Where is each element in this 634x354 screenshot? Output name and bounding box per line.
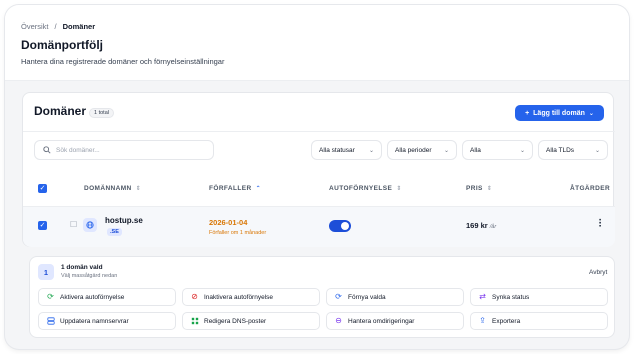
column-auto-renew[interactable]: AUTOFÖRNYELSE ⇕ xyxy=(329,185,402,192)
breadcrumb-overview[interactable]: Översikt xyxy=(21,22,49,31)
price: 169 kr /år xyxy=(466,221,496,230)
plus-icon: + xyxy=(525,109,530,117)
total-badge: 1 total xyxy=(89,108,114,118)
dns-icon xyxy=(190,317,199,326)
domains-card: Domäner 1 total + Lägg till domän ⌄ Alla… xyxy=(22,92,615,247)
auto-renew-toggle[interactable] xyxy=(329,220,351,232)
column-actions-label: ÅTGÄRDER xyxy=(570,185,611,192)
manage-redirects-button[interactable]: ⊖ Hantera omdirigeringar xyxy=(326,312,464,330)
column-expires[interactable]: FÖRFALLER ⌃ xyxy=(209,185,261,192)
tld-badge: .SE xyxy=(107,228,122,236)
chevron-down-icon: ⌄ xyxy=(594,147,600,154)
selected-count-badge: 1 xyxy=(38,264,54,280)
period-filter[interactable]: Alla perioder ⌄ xyxy=(387,140,457,160)
price-period: /år xyxy=(489,224,497,230)
tld-filter[interactable]: Alla TLDs ⌄ xyxy=(538,140,608,160)
sort-ascending-icon: ⌃ xyxy=(255,186,262,192)
selected-title: 1 domän vald xyxy=(61,264,103,271)
chevron-down-icon: ⌄ xyxy=(519,147,525,154)
add-domain-label: Lägg till domän xyxy=(533,109,585,117)
search-field[interactable] xyxy=(34,140,214,160)
refresh-icon: ⟳ xyxy=(47,292,54,301)
select-all-checkbox[interactable]: ✓ xyxy=(38,184,47,193)
divider xyxy=(23,131,615,132)
chevron-down-icon: ⌄ xyxy=(588,110,594,117)
toggle-knob xyxy=(341,222,349,230)
column-actions: ÅTGÄRDER xyxy=(570,185,610,192)
domain-name[interactable]: hostup.se xyxy=(105,216,143,225)
enable-auto-renew-button[interactable]: ⟳ Aktivera autoförnyelse xyxy=(38,288,176,306)
chevron-down-icon: ⌄ xyxy=(443,147,449,154)
column-auto-renew-label: AUTOFÖRNYELSE xyxy=(329,185,393,192)
renewal-filter[interactable]: Alla ⌄ xyxy=(462,140,533,160)
price-amount: 169 kr xyxy=(466,221,488,230)
action-label: Förnya valda xyxy=(348,293,386,301)
table-header: ✓ DOMÄNNAMN ⇕ FÖRFALLER ⌃ AUTOFÖRNYELSE … xyxy=(23,173,615,207)
sort-icon: ⇕ xyxy=(486,186,493,192)
update-nameservers-button[interactable]: Uppdatera namnservrar xyxy=(38,312,176,330)
add-domain-button[interactable]: + Lägg till domän ⌄ xyxy=(515,105,604,121)
more-actions-icon[interactable]: ⋯ xyxy=(595,218,605,226)
expiry-note: Förfaller om 1 månader xyxy=(209,230,267,236)
action-label: Synka status xyxy=(492,293,530,301)
action-label: Aktivera autoförnyelse xyxy=(60,293,125,301)
table-row[interactable]: ✓ ☐ hostup.se .SE 2026-01-04 Förfaller o… xyxy=(23,207,615,247)
status-filter[interactable]: Alla statusar ⌄ xyxy=(311,140,382,160)
page-title: Domänportfölj xyxy=(21,38,103,52)
action-label: Hantera omdirigeringar xyxy=(348,317,415,325)
row-checkbox[interactable]: ✓ xyxy=(38,221,47,230)
chevron-down-icon: ⌄ xyxy=(368,147,374,154)
card-title: Domäner xyxy=(34,104,87,118)
action-label: Inaktivera autoförnyelse xyxy=(204,293,274,301)
renewal-filter-value: Alla xyxy=(470,146,481,154)
action-label: Redigera DNS-poster xyxy=(204,317,267,325)
server-icon xyxy=(46,317,55,326)
column-price[interactable]: PRIS ⇕ xyxy=(466,185,492,192)
ban-icon: ⊘ xyxy=(191,292,198,301)
action-label: Uppdatera namnservrar xyxy=(60,317,129,325)
sync-status-button[interactable]: ⇄ Synka status xyxy=(470,288,608,306)
breadcrumb-separator: / xyxy=(54,22,57,31)
export-icon: ⇪ xyxy=(479,316,486,325)
tld-filter-value: Alla TLDs xyxy=(546,146,575,154)
column-expires-label: FÖRFALLER xyxy=(209,185,252,192)
column-price-label: PRIS xyxy=(466,185,483,192)
search-icon xyxy=(43,146,51,154)
period-filter-value: Alla perioder xyxy=(395,146,432,154)
bookmark-icon[interactable]: ☐ xyxy=(70,220,77,229)
breadcrumb: Översikt / Domäner xyxy=(21,22,95,31)
redirect-icon: ⊖ xyxy=(335,316,342,325)
sort-icon: ⇕ xyxy=(396,186,402,192)
status-filter-value: Alla statusar xyxy=(319,146,355,154)
sort-icon: ⇕ xyxy=(135,186,142,192)
bulk-actions-panel: 1 1 domän vald Välj massåtgärd nedan Avb… xyxy=(29,256,615,338)
cancel-button[interactable]: Avbryt xyxy=(589,269,607,276)
page-subtitle: Hantera dina registrerade domäner och fö… xyxy=(21,57,225,66)
export-button[interactable]: ⇪ Exportera xyxy=(470,312,608,330)
renew-selected-button[interactable]: ⟳ Förnya valda xyxy=(326,288,464,306)
globe-icon xyxy=(83,218,97,232)
refresh-icon: ⟳ xyxy=(335,292,342,301)
selected-subtitle: Välj massåtgärd nedan xyxy=(61,273,118,279)
sync-icon: ⇄ xyxy=(479,292,486,301)
page-header: Översikt / Domäner Domänportfölj Hantera… xyxy=(5,5,629,81)
column-domain-label: DOMÄNNAMN xyxy=(84,185,132,192)
expiry-date: 2026-01-04 xyxy=(209,218,248,227)
action-label: Exportera xyxy=(492,317,521,325)
column-domain[interactable]: DOMÄNNAMN ⇕ xyxy=(84,185,141,192)
edit-dns-button[interactable]: Redigera DNS-poster xyxy=(182,312,320,330)
search-input[interactable] xyxy=(56,146,206,154)
app-frame: Översikt / Domäner Domänportfölj Hantera… xyxy=(5,5,629,349)
disable-auto-renew-button[interactable]: ⊘ Inaktivera autoförnyelse xyxy=(182,288,320,306)
breadcrumb-current: Domäner xyxy=(62,22,96,31)
